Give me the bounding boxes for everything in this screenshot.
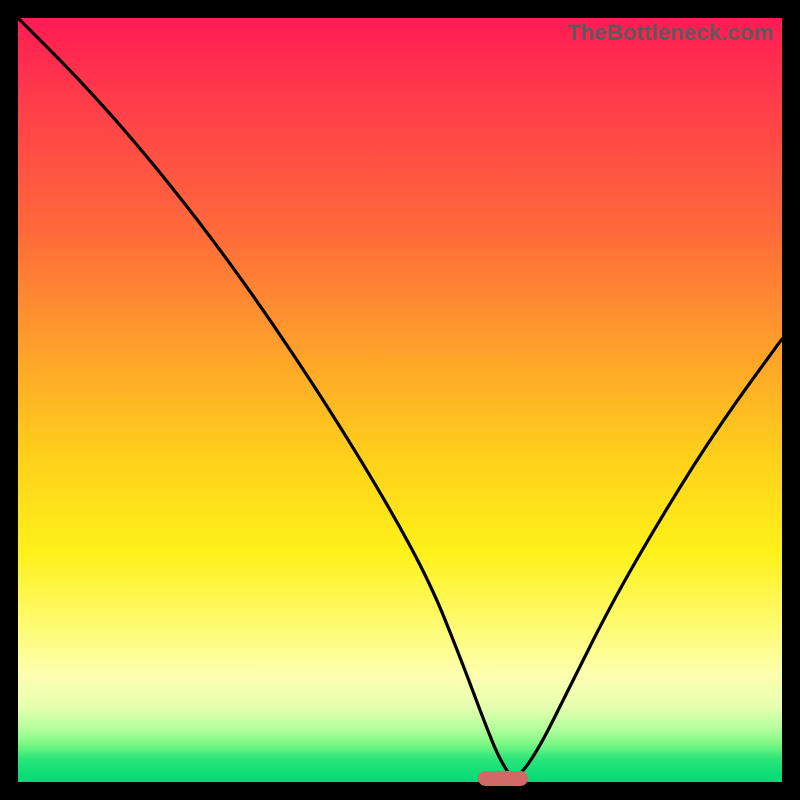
bottleneck-curve	[18, 18, 782, 782]
chart-frame: TheBottleneck.com	[0, 0, 800, 800]
plot-area: TheBottleneck.com	[18, 18, 782, 782]
min-marker	[478, 771, 528, 786]
curve-path	[18, 18, 782, 775]
